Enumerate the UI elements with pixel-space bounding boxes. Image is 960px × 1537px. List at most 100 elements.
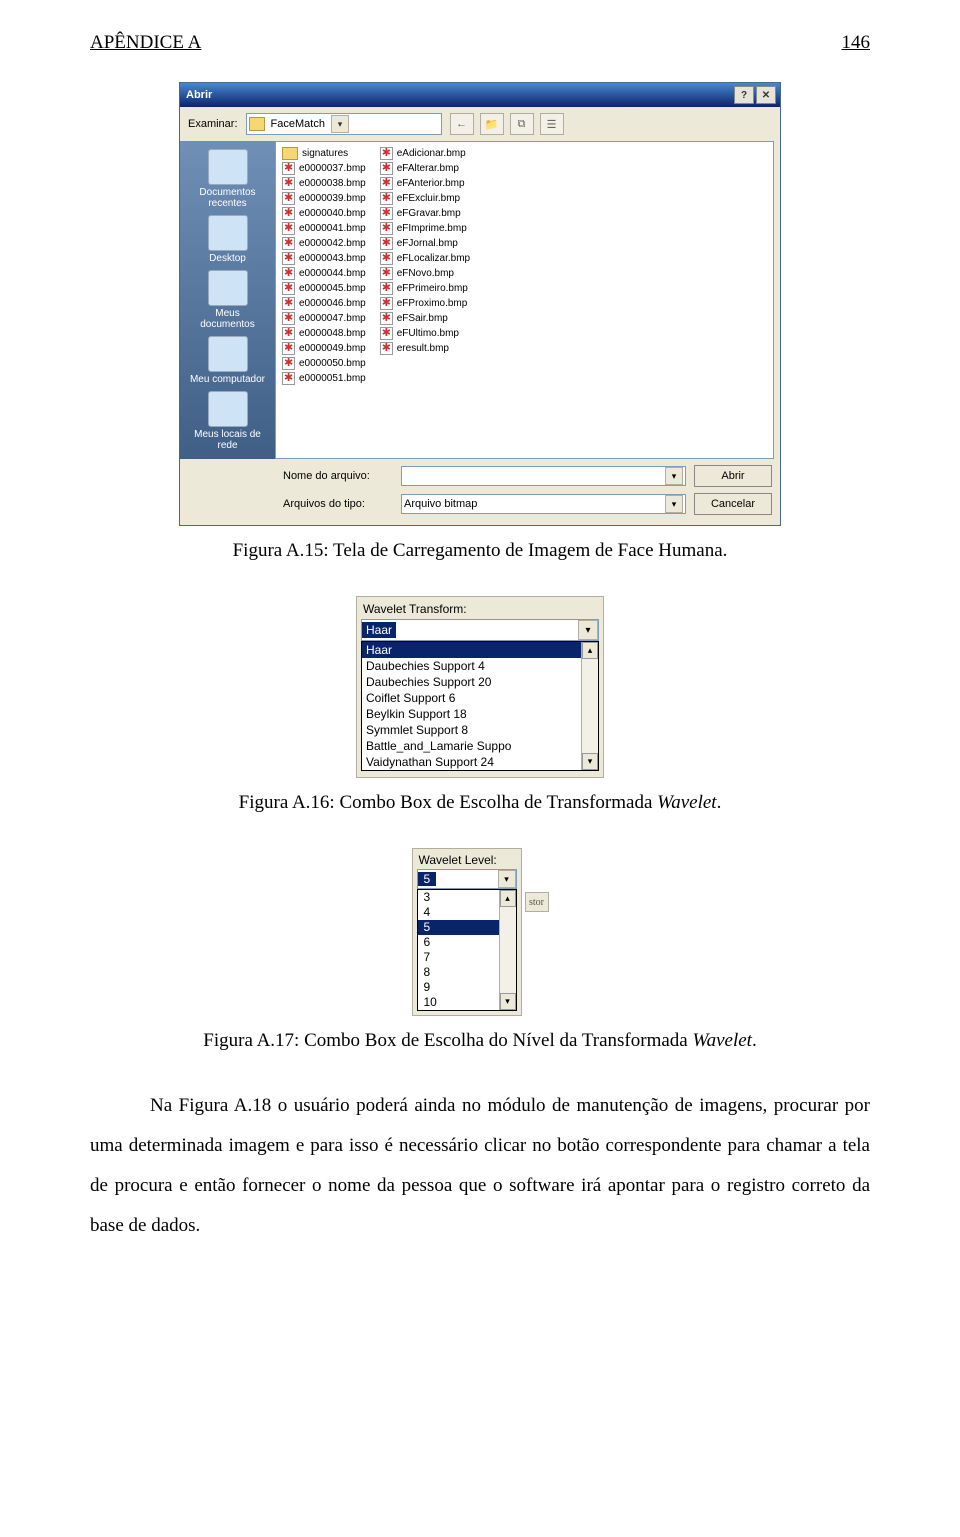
file-item[interactable]: eresult.bmp <box>380 341 470 356</box>
wavelet-transform-option[interactable]: Beylkin Support 18 <box>362 706 581 722</box>
wavelet-level-selected[interactable]: 5 ▾ <box>417 869 517 889</box>
wavelet-transform-option[interactable]: Vaidynathan Support 24 <box>362 754 581 770</box>
file-item[interactable]: e0000039.bmp <box>282 191 366 206</box>
wavelet-transform-option[interactable]: Battle_and_Lamarie Suppo <box>362 738 581 754</box>
filetype-combo[interactable]: Arquivo bitmap ▾ <box>401 494 686 514</box>
file-name: eresult.bmp <box>397 343 449 354</box>
close-button[interactable]: ✕ <box>756 86 776 104</box>
bitmap-file-icon <box>282 222 295 235</box>
file-item[interactable]: e0000038.bmp <box>282 176 366 191</box>
file-item[interactable]: eFAnterior.bmp <box>380 176 470 191</box>
file-item[interactable]: eFSair.bmp <box>380 311 470 326</box>
wavelet-transform-label: Wavelet Transform: <box>361 599 599 619</box>
wavelet-level-option[interactable]: 7 <box>418 950 499 965</box>
wavelet-transform-option[interactable]: Coiflet Support 6 <box>362 690 581 706</box>
file-item[interactable]: e0000048.bmp <box>282 326 366 341</box>
scroll-track[interactable] <box>582 659 598 753</box>
file-name: e0000044.bmp <box>299 268 366 279</box>
chevron-down-icon[interactable]: ▾ <box>665 467 683 485</box>
file-item[interactable]: eFExcluir.bmp <box>380 191 470 206</box>
bitmap-file-icon <box>380 147 393 160</box>
file-item[interactable]: eFAlterar.bmp <box>380 161 470 176</box>
file-item[interactable]: e0000047.bmp <box>282 311 366 326</box>
places-item[interactable]: Desktop <box>188 215 268 264</box>
file-item[interactable]: e0000040.bmp <box>282 206 366 221</box>
help-button[interactable]: ? <box>734 86 754 104</box>
places-item[interactable]: Meus locais de rede <box>188 391 268 451</box>
file-item[interactable]: e0000037.bmp <box>282 161 366 176</box>
wavelet-level-option[interactable]: 3 <box>418 890 499 905</box>
file-name: e0000041.bmp <box>299 223 366 234</box>
examine-combo[interactable]: FaceMatch ▾ <box>246 113 442 135</box>
file-item[interactable]: e0000044.bmp <box>282 266 366 281</box>
chevron-down-icon[interactable]: ▾ <box>578 620 598 640</box>
filetype-label: Arquivos do tipo: <box>283 498 393 510</box>
scroll-up-icon[interactable]: ▴ <box>582 642 598 659</box>
bitmap-file-icon <box>282 237 295 250</box>
file-item[interactable]: e0000050.bmp <box>282 356 366 371</box>
scrollbar[interactable]: ▴ ▾ <box>499 890 516 1010</box>
wavelet-transform-option[interactable]: Daubechies Support 4 <box>362 658 581 674</box>
wavelet-level-option[interactable]: 4 <box>418 905 499 920</box>
scrollbar[interactable]: ▴ ▾ <box>581 642 598 770</box>
wavelet-level-option[interactable]: 9 <box>418 980 499 995</box>
file-item[interactable]: eFJornal.bmp <box>380 236 470 251</box>
file-name: eFExcluir.bmp <box>397 193 460 204</box>
places-item[interactable]: Meus documentos <box>188 270 268 330</box>
file-item[interactable]: e0000046.bmp <box>282 296 366 311</box>
up-one-level-icon[interactable]: 📁 <box>480 113 504 135</box>
places-label: Meus documentos <box>188 308 268 330</box>
file-item[interactable]: eFProximo.bmp <box>380 296 470 311</box>
file-item[interactable]: eFGravar.bmp <box>380 206 470 221</box>
folder-icon <box>282 147 298 160</box>
file-name: eAdicionar.bmp <box>397 148 466 159</box>
file-item[interactable]: e0000043.bmp <box>282 251 366 266</box>
filename-input[interactable]: ▾ <box>401 466 686 486</box>
file-item[interactable]: e0000042.bmp <box>282 236 366 251</box>
chevron-down-icon[interactable]: ▾ <box>665 495 683 513</box>
wavelet-level-option[interactable]: 5 <box>418 920 499 935</box>
wavelet-transform-selected[interactable]: Haar ▾ <box>361 619 599 641</box>
bitmap-file-icon <box>282 357 295 370</box>
wavelet-level-option[interactable]: 10 <box>418 995 499 1010</box>
places-item[interactable]: Documentos recentes <box>188 149 268 209</box>
views-icon[interactable]: ☰ <box>540 113 564 135</box>
file-item[interactable]: signatures <box>282 146 366 161</box>
scroll-down-icon[interactable]: ▾ <box>582 753 598 770</box>
wavelet-level-option[interactable]: 8 <box>418 965 499 980</box>
file-item[interactable]: e0000051.bmp <box>282 371 366 386</box>
scroll-up-icon[interactable]: ▴ <box>500 890 516 907</box>
file-item[interactable]: e0000049.bmp <box>282 341 366 356</box>
scroll-down-icon[interactable]: ▾ <box>500 993 516 1010</box>
cancel-button[interactable]: Cancelar <box>694 493 772 515</box>
file-name: e0000040.bmp <box>299 208 366 219</box>
file-item[interactable]: e0000045.bmp <box>282 281 366 296</box>
wavelet-transform-option[interactable]: Daubechies Support 20 <box>362 674 581 690</box>
places-item[interactable]: Meu computador <box>188 336 268 385</box>
open-button[interactable]: Abrir <box>694 465 772 487</box>
file-item[interactable]: eFNovo.bmp <box>380 266 470 281</box>
wavelet-level-value: 5 <box>418 872 437 886</box>
file-item[interactable]: eAdicionar.bmp <box>380 146 470 161</box>
new-folder-icon[interactable]: ⧉ <box>510 113 534 135</box>
body-paragraph: Na Figura A.18 o usuário poderá ainda no… <box>90 1086 870 1246</box>
file-item[interactable]: eFUltimo.bmp <box>380 326 470 341</box>
wavelet-transform-option[interactable]: Haar <box>362 642 581 658</box>
file-item[interactable]: e0000041.bmp <box>282 221 366 236</box>
file-item[interactable]: eFLocalizar.bmp <box>380 251 470 266</box>
wavelet-level-dropdown[interactable]: 345678910 ▴ ▾ <box>417 889 517 1011</box>
page-header: APÊNDICE A 146 <box>90 32 870 54</box>
file-item[interactable]: eFImprime.bmp <box>380 221 470 236</box>
wavelet-transform-dropdown[interactable]: HaarDaubechies Support 4Daubechies Suppo… <box>361 641 599 771</box>
back-icon[interactable]: ← <box>450 113 474 135</box>
wavelet-transform-option[interactable]: Symmlet Support 8 <box>362 722 581 738</box>
scroll-track[interactable] <box>500 907 516 993</box>
bitmap-file-icon <box>380 267 393 280</box>
chevron-down-icon[interactable]: ▾ <box>498 870 516 888</box>
wavelet-level-option[interactable]: 6 <box>418 935 499 950</box>
file-list[interactable]: signaturese0000037.bmpe0000038.bmpe00000… <box>275 141 774 459</box>
chevron-down-icon[interactable]: ▾ <box>331 115 349 133</box>
bitmap-file-icon <box>282 342 295 355</box>
figure-caption-17: Figura A.17: Combo Box de Escolha do Nív… <box>90 1030 870 1052</box>
file-item[interactable]: eFPrimeiro.bmp <box>380 281 470 296</box>
